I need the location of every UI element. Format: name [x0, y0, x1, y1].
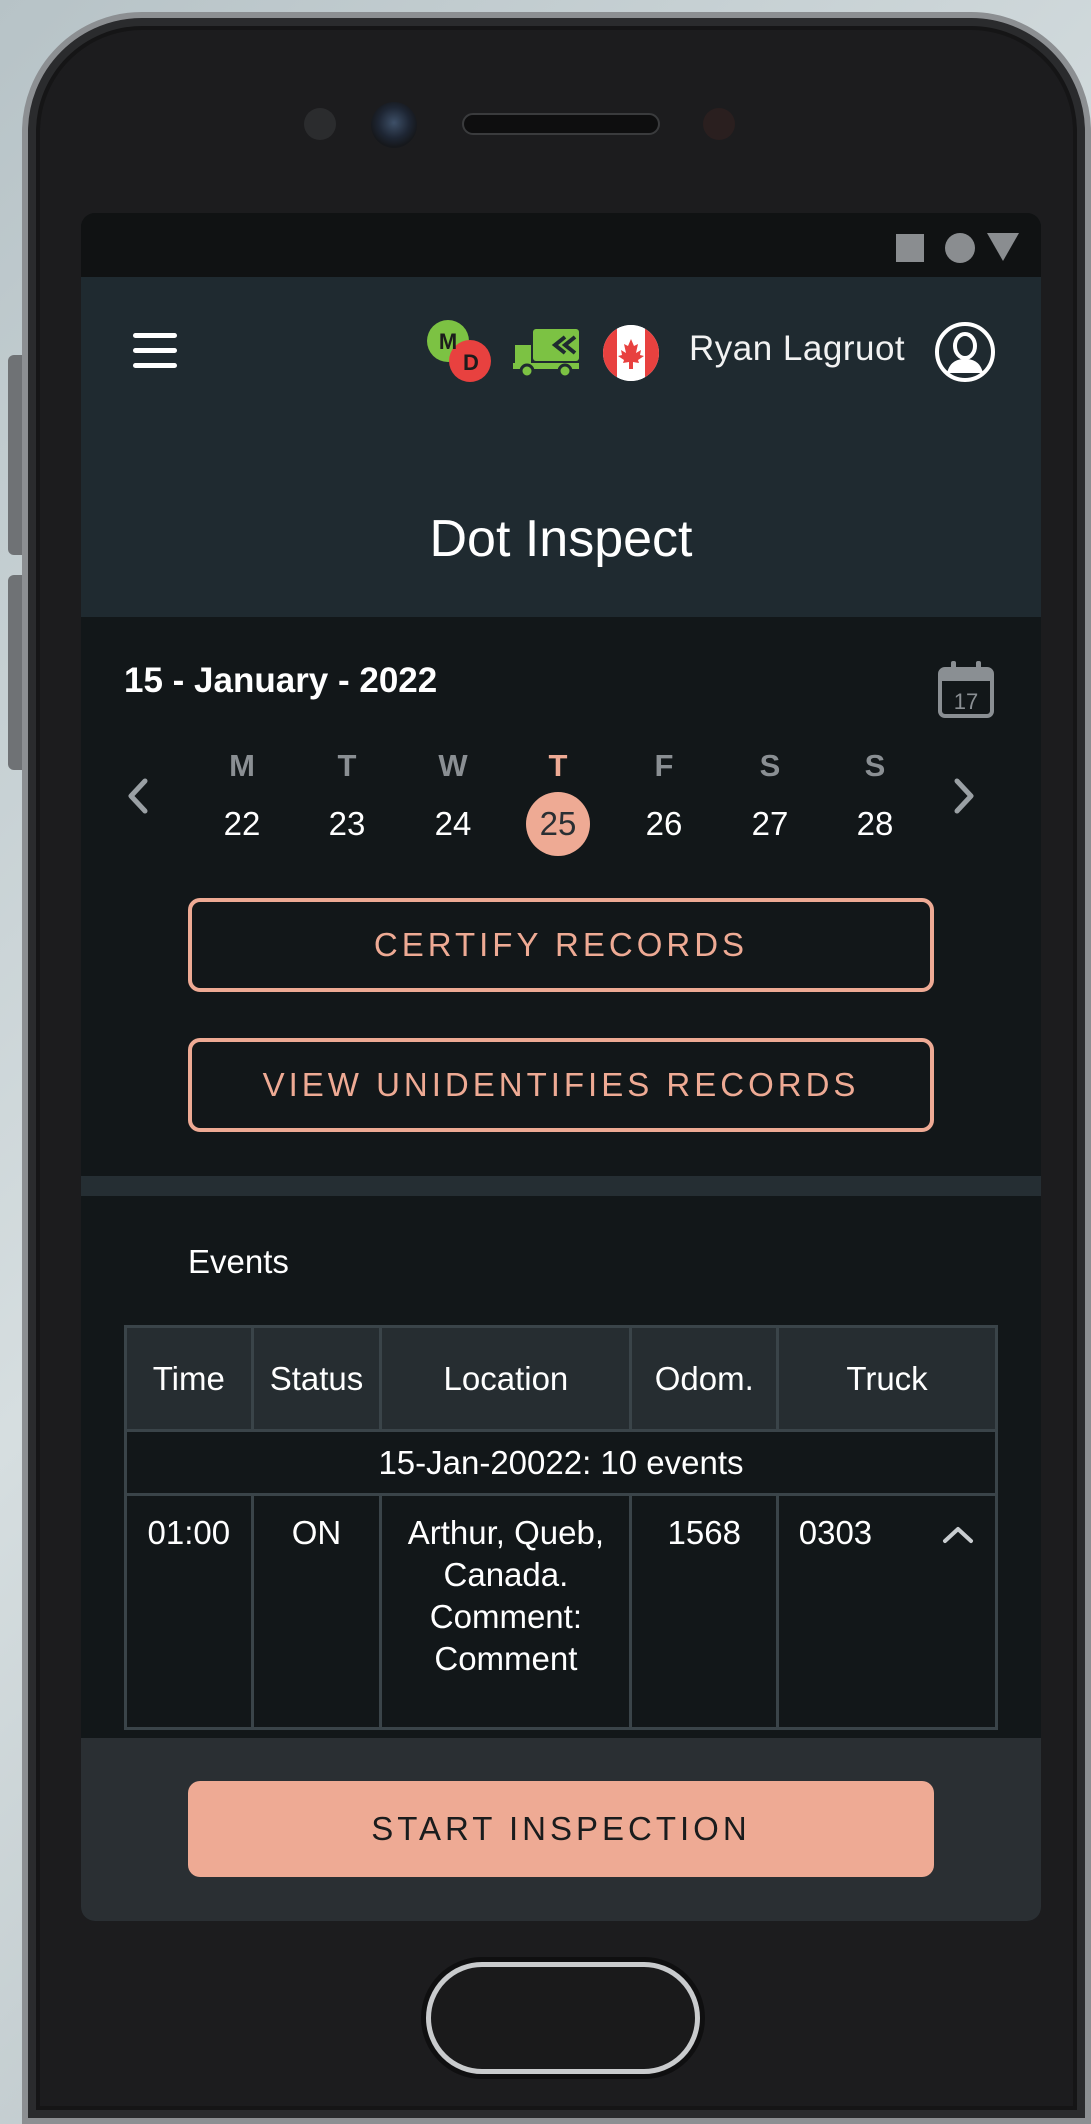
day-sunday[interactable]: S 28 [840, 748, 910, 856]
day-letter: M [229, 748, 255, 783]
day-wednesday[interactable]: W 24 [418, 748, 488, 856]
chevron-left-icon[interactable] [123, 775, 153, 817]
md-badge-bottom: D [463, 350, 479, 375]
day-monday[interactable]: M 22 [207, 748, 277, 856]
day-number: 24 [434, 805, 472, 842]
calendar-icon-day: 17 [954, 689, 978, 714]
page-title: Dot Inspect [429, 510, 693, 568]
chevron-right-icon[interactable] [949, 775, 979, 817]
day-letter: W [438, 748, 468, 783]
cell-odometer: 1568 [629, 1493, 780, 1730]
user-avatar-icon[interactable] [934, 321, 996, 383]
table-row[interactable]: 01:00 ON Arthur, Queb, Canada. Comment: … [124, 1493, 998, 1730]
cell-truck: 0303 [776, 1493, 998, 1730]
start-inspection-button[interactable]: START INSPECTION [188, 1781, 934, 1877]
location-line: Canada. [443, 1556, 569, 1593]
truck-icon[interactable] [513, 325, 581, 379]
proximity-sensor-icon [703, 108, 735, 140]
home-button[interactable] [426, 1962, 700, 2074]
day-saturday[interactable]: S 27 [735, 748, 805, 856]
back-icon[interactable] [987, 233, 1019, 261]
table-header-row: Time Status Location Odom. Truck [124, 1325, 998, 1432]
day-friday[interactable]: F 26 [629, 748, 699, 856]
column-header-location: Location [379, 1325, 633, 1432]
day-letter: T [548, 748, 568, 783]
user-name[interactable]: Ryan Lagruot [689, 329, 905, 369]
truck-number: 0303 [798, 1514, 873, 1551]
app-header: M D Ryan Lagruot Dot Inspect [81, 277, 1041, 617]
day-letter: S [864, 748, 886, 783]
chevron-up-icon[interactable] [941, 1525, 975, 1545]
day-number: 26 [645, 805, 683, 842]
canada-flag-icon[interactable] [603, 325, 659, 381]
home-icon[interactable] [945, 233, 975, 263]
column-header-truck: Truck [776, 1325, 998, 1432]
speaker-grille [462, 113, 660, 135]
day-letter: S [759, 748, 781, 783]
events-heading: Events [188, 1243, 289, 1280]
cell-location: Arthur, Queb, Canada. Comment: Comment [379, 1493, 633, 1730]
day-number: 22 [223, 805, 261, 842]
section-divider [81, 1176, 1041, 1196]
cell-status: ON [250, 1493, 383, 1730]
app-screen: M D Ryan Lagruot Dot Inspect 15 - Januar… [81, 213, 1041, 1921]
sensor-icon [304, 108, 336, 140]
day-tuesday[interactable]: T 23 [312, 748, 382, 856]
day-number: 27 [751, 805, 789, 842]
selected-date: 15 - January - 2022 [124, 661, 438, 700]
day-number: 25 [526, 792, 590, 856]
day-thursday-selected[interactable]: T 25 [523, 748, 593, 856]
events-table: Time Status Location Odom. Truck 15-Jan-… [124, 1325, 998, 1730]
column-header-odometer: Odom. [629, 1325, 780, 1432]
day-letter: F [654, 748, 674, 783]
menu-icon[interactable] [133, 333, 177, 369]
day-letter: T [337, 748, 357, 783]
location-line: Comment [434, 1640, 578, 1677]
group-label: 15-Jan-20022: 10 events [124, 1429, 998, 1496]
cell-time: 01:00 [124, 1493, 254, 1730]
column-header-time: Time [124, 1325, 254, 1432]
calendar-icon[interactable]: 17 [937, 659, 995, 719]
location-line: Comment: [429, 1598, 582, 1635]
column-header-status: Status [250, 1325, 383, 1432]
md-badge-icon[interactable]: M D [426, 319, 494, 385]
group-row: 15-Jan-20022: 10 events [124, 1429, 998, 1496]
bottom-action-bar: START INSPECTION [81, 1738, 1041, 1921]
day-number: 28 [856, 805, 894, 842]
android-status-bar [81, 213, 1041, 277]
location-line: Arthur, Queb, [407, 1514, 605, 1551]
day-number: 23 [328, 805, 366, 842]
recent-apps-icon[interactable] [896, 234, 924, 262]
md-badge-top: M [439, 329, 457, 354]
certify-records-button[interactable]: CERTIFY RECORDS [188, 898, 934, 992]
camera-icon [371, 102, 417, 148]
view-unidentified-records-button[interactable]: VIEW UNIDENTIFIES RECORDS [188, 1038, 934, 1132]
